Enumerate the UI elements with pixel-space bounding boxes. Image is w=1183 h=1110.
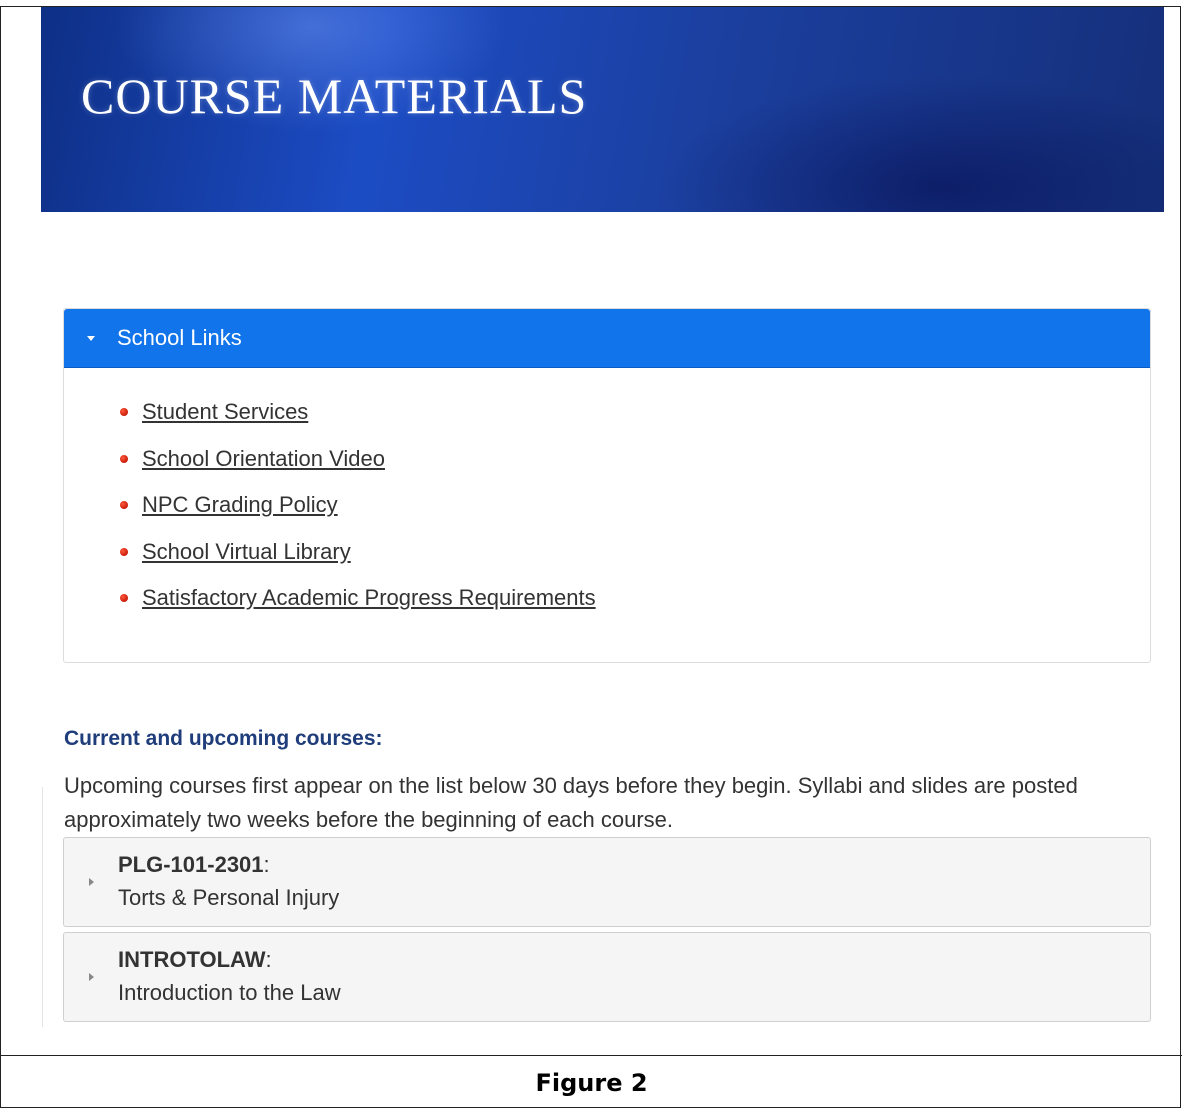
course-code-line: PLG-101-2301: <box>118 852 270 878</box>
caption-divider <box>1 1055 1182 1056</box>
course-code: INTROTOLAW <box>118 947 266 972</box>
list-item: Satisfactory Academic Progress Requireme… <box>116 584 1150 631</box>
link-student-services[interactable]: Student Services <box>142 399 308 424</box>
bullet-icon <box>120 547 128 556</box>
school-links-panel: School Links Student Services School Ori… <box>63 308 1151 663</box>
bullet-icon <box>120 454 128 463</box>
school-links-toggle[interactable]: School Links <box>64 309 1150 368</box>
link-satisfactory-academic-progress[interactable]: Satisfactory Academic Progress Requireme… <box>142 585 596 610</box>
bullet-icon <box>120 594 128 602</box>
school-links-list: Student Services School Orientation Vide… <box>64 368 1150 631</box>
course-item-plg-101-2301[interactable]: PLG-101-2301: Torts & Personal Injury <box>63 837 1151 927</box>
course-code: PLG-101-2301 <box>118 852 264 877</box>
content-left-border <box>42 787 43 1027</box>
courses-intro-text: Upcoming courses first appear on the lis… <box>64 773 1078 832</box>
screenshot-area: COURSE MATERIALS School Links Student Se… <box>1 7 1182 1055</box>
list-item: School Virtual Library <box>116 538 1150 585</box>
figure-caption: Figure 2 <box>535 1069 648 1097</box>
course-item-introtolaw[interactable]: INTROTOLAW: Introduction to the Law <box>63 932 1151 1022</box>
course-name: Torts & Personal Injury <box>118 885 340 910</box>
link-npc-grading-policy[interactable]: NPC Grading Policy <box>142 492 338 517</box>
list-item: Student Services <box>116 398 1150 445</box>
school-links-title: School Links <box>117 325 242 350</box>
caret-right-icon <box>89 878 94 886</box>
list-item: School Orientation Video <box>116 445 1150 492</box>
course-code-line: INTROTOLAW: <box>118 947 272 973</box>
course-name: Introduction to the Law <box>118 980 341 1005</box>
link-school-orientation-video[interactable]: School Orientation Video <box>142 446 385 471</box>
link-school-virtual-library[interactable]: School Virtual Library <box>142 539 351 564</box>
bullet-icon <box>120 408 128 416</box>
caret-right-icon <box>89 973 94 981</box>
courses-heading: Current and upcoming courses: <box>64 727 383 750</box>
page-title: COURSE MATERIALS <box>81 68 588 124</box>
figure-frame: COURSE MATERIALS School Links Student Se… <box>0 6 1182 1108</box>
list-item: NPC Grading Policy <box>116 491 1150 538</box>
bullet-icon <box>120 501 128 509</box>
course-code-separator: : <box>263 852 270 877</box>
course-code-separator: : <box>265 947 272 972</box>
caret-down-icon <box>87 335 95 341</box>
course-materials-banner: COURSE MATERIALS <box>41 7 1164 212</box>
